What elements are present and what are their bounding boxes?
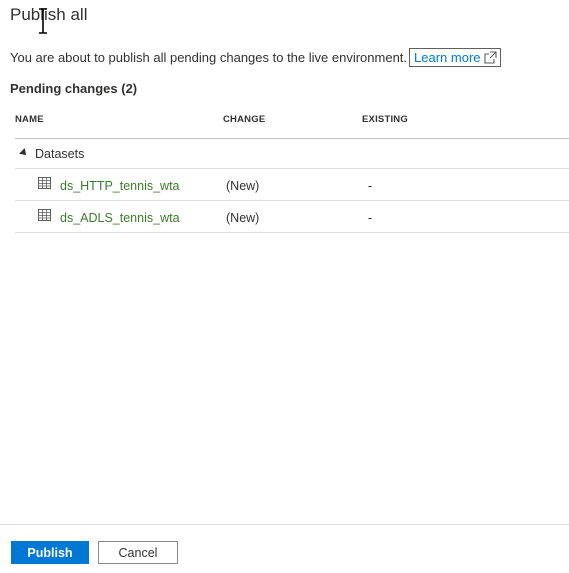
dataset-link[interactable]: ds_ADLS_tennis_wta <box>60 211 180 225</box>
publish-button[interactable]: Publish <box>11 541 89 564</box>
existing-value: - <box>368 211 373 225</box>
description-text: You are about to publish all pending cha… <box>10 50 408 65</box>
dialog-title: Publish all <box>10 5 88 24</box>
dataset-link[interactable]: ds_HTTP_tennis_wta <box>60 179 180 193</box>
change-value: (New) <box>226 211 260 225</box>
external-link-icon <box>483 51 497 64</box>
table-header: NAME CHANGE EXISTING <box>15 112 569 139</box>
pending-changes-heading: Pending changes (2) <box>10 81 138 96</box>
pending-changes-table: NAME CHANGE EXISTING Datasets ds_HTTP_te… <box>15 112 569 233</box>
column-change-header: CHANGE <box>223 114 266 125</box>
change-value: (New) <box>226 179 260 193</box>
group-label: Datasets <box>35 147 85 161</box>
dialog-footer: Publish Cancel <box>0 524 569 573</box>
cancel-button[interactable]: Cancel <box>98 541 178 564</box>
existing-value: - <box>368 179 373 193</box>
publish-description: You are about to publish all pending cha… <box>10 48 501 67</box>
column-existing-header: EXISTING <box>362 114 408 125</box>
table-icon <box>38 177 51 189</box>
text-cursor-icon <box>39 8 47 34</box>
column-name-header: NAME <box>15 114 44 125</box>
learn-more-label: Learn more <box>414 50 481 65</box>
table-row: ds_HTTP_tennis_wta (New) - <box>15 169 569 201</box>
group-datasets[interactable]: Datasets <box>15 139 569 169</box>
learn-more-link[interactable]: Learn more <box>409 48 501 67</box>
collapse-triangle-icon[interactable] <box>19 148 29 158</box>
table-row: ds_ADLS_tennis_wta (New) - <box>15 201 569 233</box>
table-icon <box>38 209 51 221</box>
